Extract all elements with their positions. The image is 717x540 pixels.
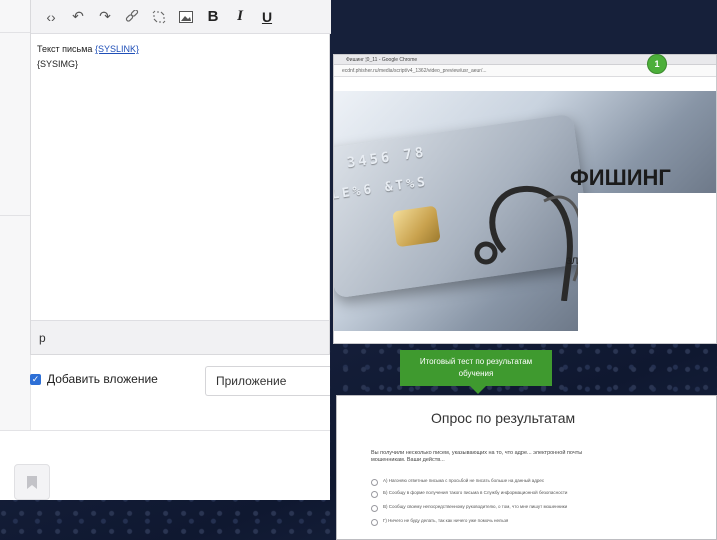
body-text: Текст письма [37, 44, 93, 54]
radio-button[interactable] [371, 491, 378, 498]
survey-option-label: А) Нагоняю ответные письма с просьбой не… [383, 478, 545, 483]
radio-button[interactable] [371, 479, 378, 486]
element-path[interactable]: p [39, 331, 46, 345]
redo-icon[interactable]: ↷ [93, 5, 117, 29]
attachment-select-value: Приложение [216, 374, 287, 388]
card-number-top: 3456 78 [345, 144, 428, 172]
image-icon-glyph [179, 10, 193, 23]
bookmark-button[interactable] [14, 464, 50, 500]
editor-toolbar: ‹› ↶ ↷ B I U [31, 0, 331, 34]
email-editor-panel: ‹› ↶ ↷ B I U Текст письма {SYSLINK} {SYS… [0, 0, 331, 500]
link-icon-glyph [125, 9, 139, 22]
bookmark-icon [27, 475, 37, 489]
source-code-icon[interactable]: ‹› [39, 5, 63, 29]
link-icon[interactable] [120, 5, 144, 29]
add-attachment-checkbox[interactable]: ✓ [30, 373, 41, 385]
image-icon[interactable] [174, 5, 198, 29]
unlink-icon-glyph [152, 10, 166, 23]
strip-divider [0, 215, 30, 216]
strip-divider [0, 32, 30, 33]
player-url: ecdnf.phisher.ru/media/script/v4_1362/vi… [342, 67, 487, 74]
editor-content[interactable]: Текст письма {SYSLINK} {SYSIMG} [37, 42, 139, 72]
final-test-callout: Итоговый тест по результатам обучения [400, 350, 552, 386]
survey-option-label: Б) Сообщу в форме получения такого письм… [383, 490, 568, 495]
slide-text-area [578, 193, 716, 331]
slide-partial-text: зл [566, 253, 579, 267]
add-attachment-label: Добавить вложение [47, 372, 158, 386]
unlink-icon[interactable] [147, 5, 171, 29]
card-chip [392, 205, 441, 248]
radio-button[interactable] [371, 519, 378, 526]
underline-button[interactable]: U [255, 5, 279, 29]
survey-cropped-area [583, 396, 716, 539]
survey-option-label: В) Сообщу своему непосредственному руков… [383, 504, 568, 509]
card-number-mid: LE%6 &T%S [334, 174, 429, 203]
editor-status-bar: p [31, 320, 329, 354]
phishing-video-frame: 3456 78 LE%6 &T%S ФИШИНГ зл [334, 91, 716, 331]
bold-button[interactable]: B [201, 5, 225, 29]
survey-title: Опрос по результатам [431, 410, 576, 426]
add-attachment-row[interactable]: ✓ Добавить вложение [30, 372, 158, 386]
side-strip [0, 0, 31, 430]
phishing-headline: ФИШИНГ [570, 165, 671, 190]
radio-button[interactable] [371, 505, 378, 512]
sysimg-token: {SYSIMG} [37, 59, 79, 69]
survey-option-label: Г) Ничего не буду делать, так как ничего… [383, 518, 509, 523]
rich-text-editor: ‹› ↶ ↷ B I U Текст письма {SYSLINK} {SYS… [30, 0, 331, 355]
player-window-title: Фишинг ¦0_11 - Google Chrome [346, 56, 418, 63]
undo-icon[interactable]: ↶ [66, 5, 90, 29]
video-player-window: Фишинг ¦0_11 - Google Chrome ecdnf.phish… [333, 54, 717, 344]
step-badge: 1 [647, 54, 667, 74]
italic-button[interactable]: I [228, 5, 252, 29]
callout-arrow [470, 386, 486, 394]
syslink-token[interactable]: {SYSLINK} [95, 44, 139, 54]
survey-panel: Опрос по результатам Вы получили несколь… [336, 395, 717, 540]
attachment-select[interactable]: Приложение [205, 366, 330, 396]
panel-divider [0, 430, 330, 431]
body-line-1: Текст письма {SYSLINK} [37, 42, 139, 57]
